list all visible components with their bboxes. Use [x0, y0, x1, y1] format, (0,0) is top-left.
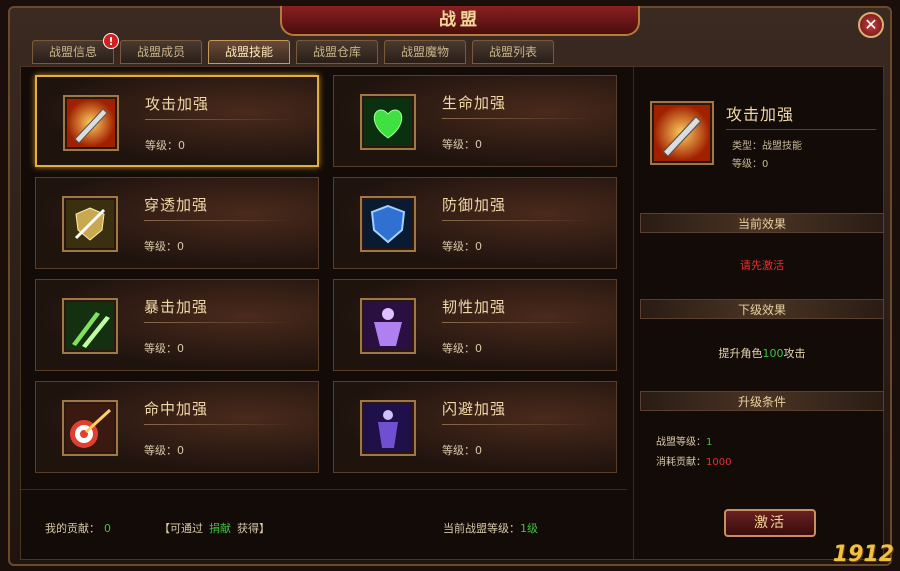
guild-level: 当前战盟等级：1级 [443, 520, 538, 536]
next-effect-value: 100 [762, 347, 784, 360]
site-logo: 1912 [832, 542, 894, 567]
donate-link[interactable]: 捐献 [209, 522, 231, 535]
next-effect-suffix: 攻击 [783, 347, 806, 360]
condition-guild-label: 战盟等级： [656, 437, 706, 448]
detail-skill-type: 类型：战盟技能 [732, 141, 802, 152]
pierced-shield-icon [62, 196, 118, 252]
skill-card-health[interactable]: 生命加强 等级：0 [333, 75, 617, 167]
tab-guild-skills[interactable]: 战盟技能 [208, 40, 290, 64]
condition-guild-value: 1 [706, 437, 713, 448]
divider [144, 424, 294, 425]
skill-name: 穿透加强 [144, 196, 209, 214]
tab-label: 战盟仓库 [312, 45, 361, 59]
divider [442, 118, 592, 119]
tab-guild-members[interactable]: 战盟成员 [120, 40, 202, 64]
skill-name: 防御加强 [442, 196, 507, 214]
tab-bar: 战盟信息 ! 战盟成员 战盟技能 战盟仓库 战盟魔物 战盟列表 [32, 33, 554, 64]
window-titlebar: 战盟 [280, 6, 640, 36]
blue-shield-icon [360, 196, 416, 252]
skill-card-critical[interactable]: 暴击加强 等级：0 [35, 279, 319, 371]
dodge-figure-icon [360, 400, 416, 456]
skill-level: 等级：0 [442, 138, 482, 151]
flaming-sword-icon [650, 101, 714, 165]
guild-window: 战盟 ✕ 战盟信息 ! 战盟成员 战盟技能 战盟仓库 战盟魔物 战盟列表 攻击加… [8, 6, 892, 566]
tab-label: 战盟成员 [136, 45, 185, 59]
green-blades-icon [62, 298, 118, 354]
close-button[interactable]: ✕ [858, 12, 884, 38]
target-icon [62, 400, 118, 456]
hint-prefix: 【可通过 [159, 522, 203, 535]
divider [442, 424, 592, 425]
tab-label: 战盟信息 [48, 45, 97, 59]
bottom-info-bar: 我的贡献： 0 【可通过 捐献 获得】 当前战盟等级：1级 [21, 489, 627, 559]
skill-grid: 攻击加强 等级：0 生命加强 等级：0 穿透加强 等级：0 防御加强 等级：0 … [27, 71, 627, 483]
tab-guild-list[interactable]: 战盟列表 [472, 40, 554, 64]
current-effect-header: 当前效果 [640, 213, 884, 233]
contribution-value: 0 [104, 522, 111, 535]
condition-guild-level: 战盟等级：1 [656, 433, 712, 448]
window-title: 战盟 [439, 10, 481, 30]
skill-name: 命中加强 [144, 400, 209, 418]
skill-name: 暴击加强 [144, 298, 209, 316]
skill-name: 攻击加强 [145, 95, 210, 113]
skill-level: 等级：0 [442, 342, 482, 355]
tab-label: 战盟列表 [488, 45, 537, 59]
skill-card-accuracy[interactable]: 命中加强 等级：0 [35, 381, 319, 473]
skill-name: 生命加强 [442, 94, 507, 112]
next-effect-header: 下级效果 [640, 299, 884, 319]
skill-level: 等级：0 [144, 240, 184, 253]
contribution-hint: 【可通过 捐献 获得】 [159, 520, 270, 536]
green-heart-icon [360, 94, 416, 150]
content-area: 攻击加强 等级：0 生命加强 等级：0 穿透加强 等级：0 防御加强 等级：0 … [20, 66, 884, 560]
hint-suffix: 获得】 [237, 522, 270, 535]
upgrade-condition-header: 升级条件 [640, 391, 884, 411]
detail-skill-name: 攻击加强 [726, 101, 876, 130]
tab-label: 战盟技能 [224, 45, 273, 59]
divider [144, 322, 294, 323]
skill-detail-panel: 攻击加强 类型：战盟技能 等级：0 当前效果 请先激活 下级效果 提升角色100… [633, 67, 884, 559]
skill-level: 等级：0 [144, 444, 184, 457]
skill-card-attack[interactable]: 攻击加强 等级：0 [35, 75, 319, 167]
next-effect-text: 提升角色100攻击 [640, 345, 884, 361]
purple-body-icon [360, 298, 416, 354]
skill-name: 韧性加强 [442, 298, 507, 316]
guild-level-label: 当前战盟等级： [443, 522, 520, 535]
tab-guild-monster[interactable]: 战盟魔物 [384, 40, 466, 64]
skill-level: 等级：0 [442, 444, 482, 457]
tab-guild-info[interactable]: 战盟信息 ! [32, 33, 119, 64]
flaming-sword-icon [63, 95, 119, 151]
guild-level-value: 1级 [520, 522, 538, 535]
skill-level: 等级：0 [145, 139, 185, 152]
tab-label: 战盟魔物 [400, 45, 449, 59]
detail-skill-level: 等级：0 [732, 159, 769, 170]
current-effect-text: 请先激活 [740, 259, 784, 272]
skill-card-penetration[interactable]: 穿透加强 等级：0 [35, 177, 319, 269]
divider [144, 220, 294, 221]
skill-card-toughness[interactable]: 韧性加强 等级：0 [333, 279, 617, 371]
skill-name: 闪避加强 [442, 400, 507, 418]
divider [145, 119, 295, 120]
condition-cost-label: 消耗贡献： [656, 457, 706, 468]
skill-card-defense[interactable]: 防御加强 等级：0 [333, 177, 617, 269]
activate-button[interactable]: 激活 [724, 509, 816, 537]
divider [442, 322, 592, 323]
tab-guild-warehouse[interactable]: 战盟仓库 [296, 40, 378, 64]
next-effect-prefix: 提升角色 [718, 347, 763, 360]
condition-cost-value: 1000 [706, 457, 732, 468]
skill-level: 等级：0 [144, 342, 184, 355]
divider [442, 220, 592, 221]
skill-level: 等级：0 [442, 240, 482, 253]
notification-badge: ! [103, 33, 119, 49]
my-contribution: 我的贡献： 0 [45, 520, 111, 536]
condition-cost: 消耗贡献：1000 [656, 453, 731, 468]
skill-card-dodge[interactable]: 闪避加强 等级：0 [333, 381, 617, 473]
contribution-label: 我的贡献： [45, 522, 100, 535]
